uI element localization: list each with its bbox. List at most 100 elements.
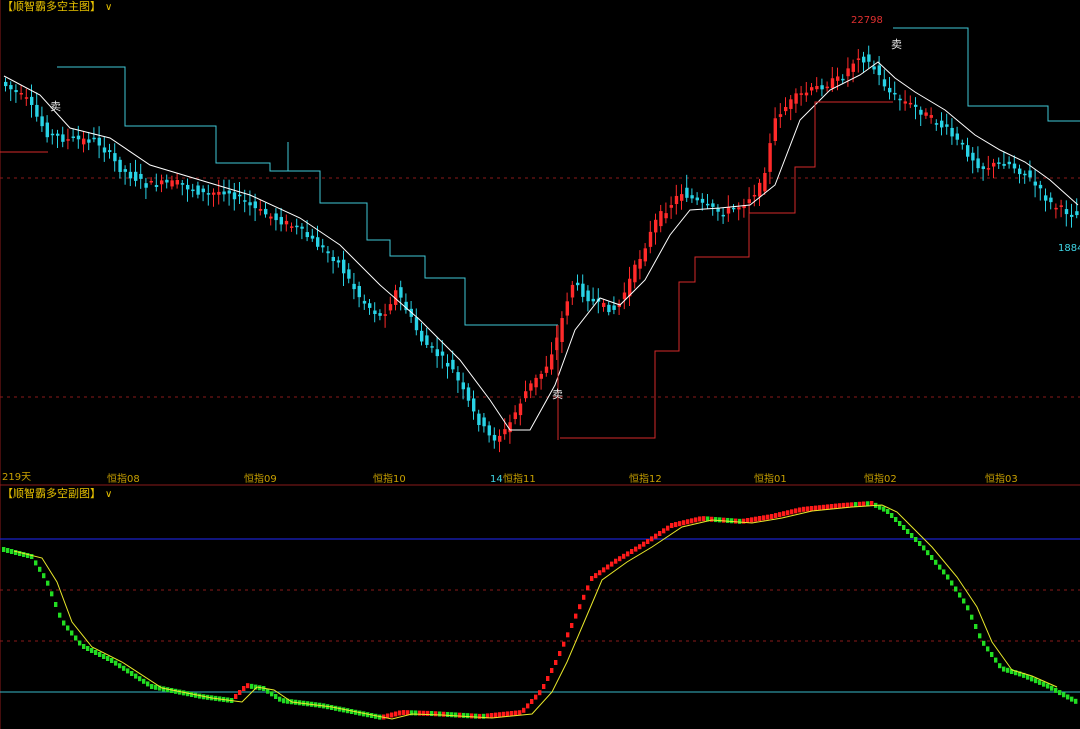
candle-body xyxy=(695,197,699,201)
sub-chart-title[interactable]: 【顺智霸多空副图】 ∨ xyxy=(2,487,112,501)
oscillator-bar xyxy=(498,712,502,718)
oscillator-bar xyxy=(774,513,778,519)
oscillator-bar xyxy=(426,710,430,716)
oscillator-bar xyxy=(34,560,38,566)
oscillator-bar xyxy=(82,644,86,649)
oscillator-bar xyxy=(10,549,14,554)
candle-body xyxy=(446,362,450,367)
oscillator-bar xyxy=(730,518,734,524)
oscillator-bar xyxy=(38,566,42,572)
chevron-down-icon[interactable]: ∨ xyxy=(105,489,112,500)
oscillator-bar xyxy=(398,710,402,716)
oscillator-bar xyxy=(122,665,126,671)
oscillator-bar xyxy=(246,683,250,689)
oscillator-bar xyxy=(686,519,690,525)
chart-canvas[interactable] xyxy=(0,0,1080,729)
candle-body xyxy=(1028,170,1032,178)
oscillator-bar xyxy=(562,641,566,647)
oscillator-bar xyxy=(574,613,578,619)
oscillator-bar xyxy=(138,676,142,682)
candle-body xyxy=(134,171,138,181)
main-chart-title[interactable]: 【顺智霸多空主图】 ∨ xyxy=(2,0,112,14)
oscillator-bar xyxy=(146,681,150,687)
oscillator-bar xyxy=(778,512,782,518)
x-axis-label-aug: 恒指08 xyxy=(107,474,140,485)
candle-body xyxy=(763,173,767,192)
candle-body xyxy=(425,335,429,345)
candle-body xyxy=(66,139,70,141)
oscillator-bar xyxy=(1038,679,1042,685)
candle-body xyxy=(539,373,543,379)
oscillator-bar xyxy=(598,570,602,576)
chevron-down-icon[interactable]: ∨ xyxy=(105,2,112,13)
oscillator-bar xyxy=(906,529,910,534)
candle-body xyxy=(815,86,819,90)
oscillator-bar xyxy=(758,516,762,521)
oscillator-bar xyxy=(890,513,894,518)
candle-body xyxy=(56,133,60,136)
candle-body xyxy=(399,287,403,298)
candle-body xyxy=(929,115,933,118)
candle-body xyxy=(560,318,564,343)
candle-body xyxy=(919,109,923,115)
candle-body xyxy=(430,346,434,348)
candle-body xyxy=(591,298,595,302)
candle-body xyxy=(851,63,855,72)
candle-body xyxy=(123,169,127,172)
oscillator-bar xyxy=(1030,676,1034,682)
candle-body xyxy=(243,200,247,202)
oscillator-bar xyxy=(570,623,574,628)
candle-body xyxy=(934,123,939,125)
oscillator-bar xyxy=(418,710,422,716)
stop-line-support xyxy=(560,101,893,439)
last-price-marker: 1884 xyxy=(1058,243,1080,254)
oscillator-bar xyxy=(610,561,614,567)
oscillator-bar xyxy=(970,614,974,620)
oscillator-bar xyxy=(478,713,482,719)
oscillator-bar xyxy=(950,580,954,586)
candle-body xyxy=(9,85,13,90)
candle-body xyxy=(321,245,325,248)
candle-body xyxy=(654,219,658,233)
period-high-marker: 22798 xyxy=(851,15,883,26)
candle-body xyxy=(24,97,29,99)
oscillator-bar xyxy=(514,710,518,716)
candle-body xyxy=(373,310,377,315)
candle-body xyxy=(50,133,55,136)
oscillator-bar xyxy=(282,698,286,704)
oscillator-bar xyxy=(822,504,826,510)
oscillator-bar xyxy=(606,564,610,570)
oscillator-bar xyxy=(490,713,494,718)
oscillator-bar xyxy=(1074,698,1078,704)
candle-body xyxy=(212,192,216,195)
candle-body xyxy=(882,79,887,87)
candle-body xyxy=(1018,168,1022,175)
oscillator-bar xyxy=(586,585,590,591)
oscillator-bar xyxy=(942,569,946,575)
candle-body xyxy=(420,330,424,342)
candle-body xyxy=(1054,207,1058,210)
oscillator-bar xyxy=(506,711,510,717)
oscillator-bar xyxy=(6,548,10,553)
oscillator-bar xyxy=(474,713,478,719)
candle-body xyxy=(856,58,861,60)
candle-body xyxy=(908,102,913,105)
candle-body xyxy=(362,300,367,304)
oscillator-bar xyxy=(434,711,438,717)
oscillator-bar xyxy=(1062,692,1066,698)
candle-body xyxy=(830,78,835,89)
oscillator-bar xyxy=(594,573,598,579)
oscillator-bar xyxy=(578,604,582,610)
candle-body xyxy=(310,235,315,239)
oscillator-bar xyxy=(842,502,846,508)
oscillator-bar xyxy=(126,668,130,674)
candle-body xyxy=(586,290,590,302)
candle-body xyxy=(648,231,653,247)
candle-body xyxy=(700,198,705,203)
oscillator-bar xyxy=(530,699,534,704)
candle-body xyxy=(607,304,611,313)
candle-body xyxy=(518,403,523,416)
oscillator-bar xyxy=(1006,667,1010,673)
candle-body xyxy=(331,256,335,262)
candle-body xyxy=(279,216,283,225)
